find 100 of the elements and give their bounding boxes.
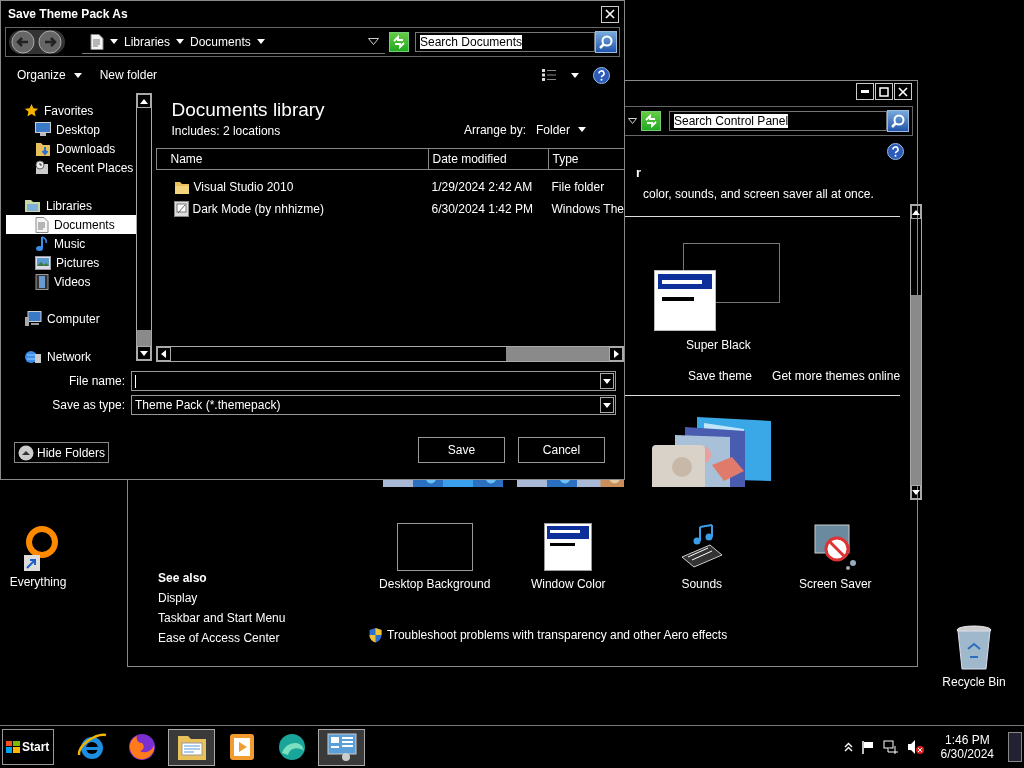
theme-tile[interactable]: Super Black (654, 243, 784, 359)
caret-icon (256, 39, 265, 44)
arrange-dropdown[interactable]: Folder (536, 122, 586, 137)
scroll-left-button[interactable] (156, 347, 171, 361)
theme-link[interactable]: Get more themes online (772, 369, 901, 383)
scroll-thumb[interactable] (137, 330, 151, 346)
see-also-link[interactable]: Display (158, 591, 340, 605)
windows-logo-icon (6, 740, 20, 754)
close-button[interactable] (601, 5, 619, 23)
location-icon (90, 33, 104, 50)
save-dialog: Save Theme Pack As Libraries Documents Search Documents Organize New folder Favorites Desktop Downloads Recent Places Libraries Documents Music Pictures Videos Computer Network Documents library Includes: 2 locations Arrange by: Folder Name Date modified Type Visual Studio 2010 1/29/2024 2:42 AM File folder Dark Mode (by nhhizme) 6/30/2024 1:42 PM Windows The File name: Save as type: Theme Pack (*.themepack) Hide Folders Save Cancel (0, 0, 625, 480)
maximize-button[interactable] (875, 83, 893, 100)
scroll-up-button[interactable] (911, 205, 922, 219)
library-includes: Includes: 2 locations (171, 124, 282, 138)
scrollbar[interactable] (136, 93, 152, 361)
caret-icon (603, 378, 611, 384)
close-button[interactable] (894, 83, 912, 100)
taskbar-app[interactable] (168, 728, 215, 766)
window-title: Save Theme Pack As (8, 7, 128, 21)
flag-icon[interactable] (860, 740, 875, 754)
theme-link[interactable]: Save theme (688, 369, 753, 383)
section-heading: See also (158, 571, 208, 585)
taskbar-app[interactable] (318, 728, 365, 766)
history-dropdown-icon[interactable] (628, 118, 637, 124)
dialog-button[interactable]: Cancel (518, 437, 605, 463)
new-folder-button[interactable]: New folder (99, 68, 158, 82)
clock[interactable]: 1:46 PM 6/30/2024 (940, 733, 994, 761)
view-list-icon[interactable] (541, 68, 557, 82)
scroll-down-button[interactable] (137, 346, 151, 360)
control-panel-icon (325, 732, 358, 762)
file-row[interactable]: Dark Mode (by nhhizme) 6/30/2024 1:42 PM Windows The (155, 198, 624, 220)
folder-icon (35, 140, 51, 157)
search-button[interactable] (595, 31, 617, 53)
caret-icon (140, 350, 148, 356)
scroll-right-button[interactable] (609, 347, 623, 361)
hide-folders-button[interactable]: Hide Folders (14, 442, 110, 463)
organize-button[interactable]: Organize (17, 68, 82, 82)
file-type-select[interactable]: Theme Pack (*.themepack) (131, 395, 616, 415)
troubleshoot-link[interactable]: Troubleshoot problems with transparency and other Aero effects (387, 628, 728, 642)
star-icon (24, 103, 39, 118)
caret-icon (603, 402, 611, 408)
caret-icon (176, 39, 185, 44)
scroll-up-button[interactable] (137, 94, 151, 108)
close-icon (898, 86, 908, 97)
speaker-muted-icon[interactable] (906, 739, 925, 755)
start-button[interactable]: Start (2, 729, 54, 765)
search-button[interactable] (887, 110, 909, 132)
column-header[interactable]: Date modified (428, 149, 549, 169)
dropdown-button[interactable] (600, 397, 614, 413)
scrollbar[interactable] (155, 346, 624, 362)
dialog-button[interactable]: Save (418, 437, 505, 463)
scroll-down-button[interactable] (911, 485, 922, 499)
minimize-button[interactable] (856, 83, 874, 100)
caret-icon (578, 127, 586, 132)
help-icon[interactable] (593, 66, 610, 84)
breadcrumb-item[interactable]: Documents (190, 34, 251, 49)
see-also-link[interactable]: Taskbar and Start Menu (158, 611, 340, 625)
column-header[interactable]: Name (156, 149, 429, 169)
caret-icon (571, 72, 579, 78)
caret-icon (140, 98, 148, 104)
setting-link[interactable]: Desktop Background (379, 577, 491, 591)
caret-icon (912, 489, 921, 495)
shield-icon (368, 627, 383, 643)
show-desktop-button[interactable] (1008, 732, 1022, 762)
file-date: 6/30/2024 1:42 PM (431, 202, 533, 216)
desktop-icon-label[interactable]: Everything (9, 575, 67, 589)
maximize-icon (879, 86, 889, 97)
scroll-thumb[interactable] (506, 347, 609, 361)
field-label: Save as type: (51, 398, 125, 412)
network-icon[interactable] (882, 740, 899, 754)
window-icon (544, 523, 593, 571)
dropdown-button[interactable] (600, 373, 614, 389)
see-also-link[interactable]: Ease of Access Center (158, 631, 340, 645)
views-dropdown[interactable] (571, 72, 579, 78)
column-header[interactable]: Type (548, 149, 624, 169)
scrollbar[interactable] (910, 204, 923, 500)
minimize-icon (861, 90, 869, 93)
chevron-up-icon[interactable] (843, 742, 853, 752)
theme-file-icon (173, 201, 189, 217)
desktop-icon-label[interactable]: Recycle Bin (942, 675, 1006, 689)
page-heading: r (636, 164, 642, 180)
network-icon (24, 349, 42, 364)
nav-item[interactable]: Documents (6, 215, 137, 234)
document-icon (35, 216, 49, 233)
recent-places-icon (35, 159, 51, 176)
chevron-up-icon (18, 444, 34, 461)
setting-link[interactable]: Window Color (530, 577, 606, 591)
back-forward-buttons[interactable] (8, 29, 66, 55)
setting-link[interactable]: Screen Saver (798, 577, 872, 591)
history-dropdown-icon[interactable] (368, 38, 379, 45)
file-date: 1/29/2024 2:42 AM (431, 180, 533, 194)
breadcrumb-item[interactable]: Libraries (124, 34, 171, 49)
scroll-thumb[interactable] (911, 295, 922, 485)
help-icon[interactable] (887, 143, 904, 160)
setting-link[interactable]: Sounds (681, 577, 723, 591)
caret-icon (613, 350, 619, 358)
file-type: Windows The (551, 202, 624, 216)
file-name-field[interactable] (131, 371, 616, 391)
refresh-button[interactable] (389, 32, 409, 52)
file-row[interactable]: Visual Studio 2010 1/29/2024 2:42 AM File folder (155, 176, 624, 198)
